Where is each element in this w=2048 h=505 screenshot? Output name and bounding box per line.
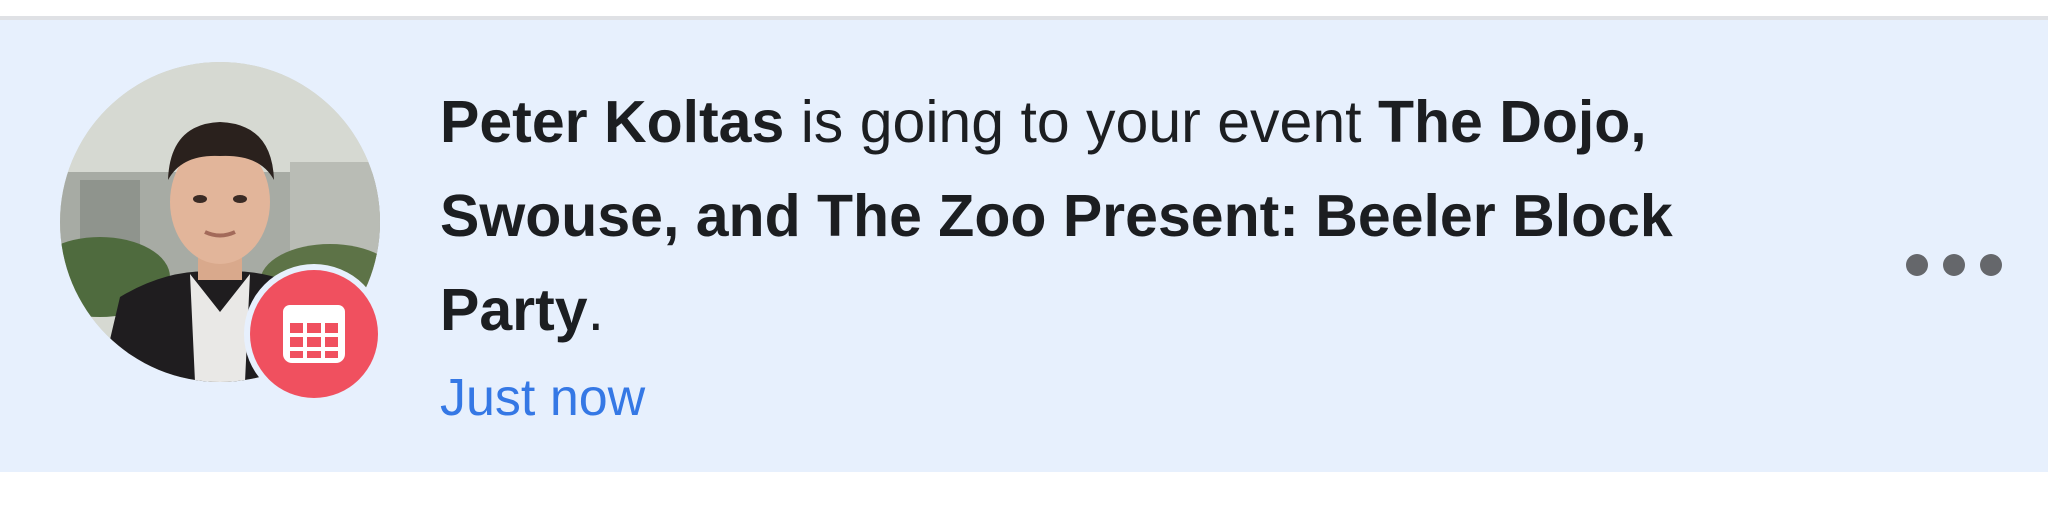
event-badge [250, 270, 378, 398]
more-horizontal-icon [1980, 254, 2002, 276]
more-horizontal-icon [1943, 254, 1965, 276]
notification-content[interactable]: Peter Koltas is going to your event The … [440, 75, 1820, 433]
notification-item[interactable]: Peter Koltas is going to your event The … [0, 20, 2048, 472]
notification-message: Peter Koltas is going to your event The … [440, 75, 1820, 357]
avatar-container[interactable] [60, 62, 380, 422]
end-punctuation: . [587, 277, 604, 343]
more-options-button[interactable] [1906, 242, 2002, 288]
more-horizontal-icon [1906, 254, 1928, 276]
timestamp: Just now [440, 369, 646, 427]
action-text: is going to your event [784, 89, 1378, 155]
calendar-icon [283, 305, 345, 363]
actor-name: Peter Koltas [440, 89, 785, 155]
